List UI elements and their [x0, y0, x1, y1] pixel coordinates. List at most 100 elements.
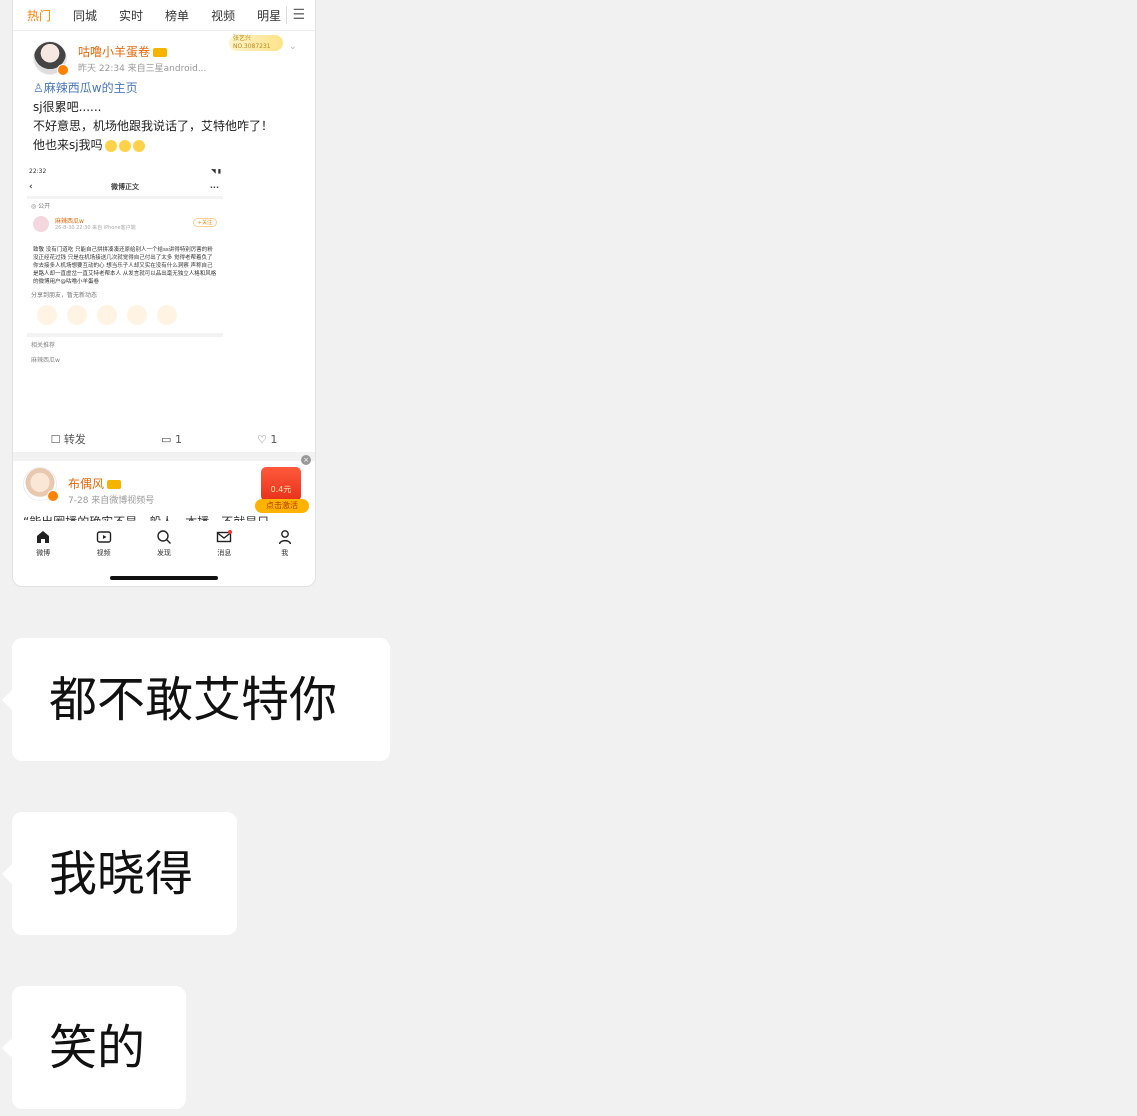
tab-local[interactable]: 同城 — [73, 7, 97, 24]
post-username[interactable]: 咕噜小羊蛋卷 — [78, 43, 168, 60]
related-user: 麻辣西瓜w — [31, 357, 60, 364]
post-header: 咕噜小羊蛋卷 昨天 22:34 来自三星android... 张艺兴 NO.30… — [23, 31, 305, 79]
home-indicator — [110, 576, 218, 580]
post-actions: ☐ 转发 ▭ 1 ♡ 1 — [13, 428, 315, 450]
emoji-icon — [132, 139, 145, 152]
tab-video[interactable]: 视频 — [211, 7, 235, 24]
tab-hot[interactable]: 热门 — [27, 7, 51, 24]
thumbs-up-icon: ♡ — [257, 432, 271, 446]
emoji-icon — [104, 139, 117, 152]
embedded-screenshot[interactable]: 22:32 ◥ ▮ ‹ 微博正文 ··· ◎ 公开 麻辣西瓜w 26-8-30 … — [27, 168, 223, 418]
qq-icon — [127, 305, 147, 325]
fan-badge: 张艺兴 NO.3087231 — [229, 35, 283, 51]
avatar — [33, 216, 49, 232]
status-bar: 22:32 ◥ ▮ — [27, 168, 223, 178]
bookmark-icon — [157, 305, 177, 325]
menu-icon[interactable]: ☰ — [292, 7, 305, 23]
share-row — [27, 301, 223, 329]
repost-button[interactable]: ☐ 转发 — [51, 431, 86, 447]
post-line: 他也来sj我吗 — [33, 136, 295, 155]
avatar[interactable] — [33, 41, 69, 76]
more-icon: ··· — [209, 182, 219, 192]
repost-icon: ☐ — [50, 433, 64, 446]
chat-bubble[interactable]: 都不敢艾特你 — [2, 638, 390, 761]
share-icon — [37, 305, 57, 325]
message-text: 笑的 — [49, 1019, 146, 1076]
chat-bubble[interactable]: 我晓得 — [2, 812, 237, 935]
crown-icon — [107, 480, 122, 489]
tab-rankings[interactable]: 榜单 — [165, 7, 189, 24]
chevron-down-icon[interactable]: ⌄ — [289, 41, 297, 52]
feed-tabs: 热门 同城 实时 榜单 视频 明星 ☰ — [13, 0, 315, 31]
home-icon — [37, 530, 50, 543]
crown-icon — [153, 48, 168, 57]
emoji-icon — [118, 139, 131, 152]
nav-label: 发现 — [156, 548, 171, 557]
embedded-body: 致敬 没有门道吃 只能自己拼拼凑凑还原给别人一个给ss讲得特别厉害的粉 没正经花… — [33, 247, 217, 285]
tab-realtime[interactable]: 实时 — [119, 7, 143, 24]
weibo-screenshot: 热门 同城 实时 榜单 视频 明星 ☰ 咕噜小羊蛋卷 昨天 22:34 来自三星… — [12, 0, 316, 587]
nav-video[interactable]: 视频 — [96, 529, 112, 558]
post-meta: 7-28 来自微博视频号 — [68, 496, 155, 506]
comment-icon: ▭ — [161, 432, 175, 446]
mail-icon — [217, 529, 233, 542]
status-time: 22:32 — [29, 168, 47, 175]
wechat-icon — [67, 305, 87, 325]
post-meta: 昨天 22:34 来自三星android... — [78, 64, 207, 74]
moments-icon — [97, 305, 117, 325]
embedded-meta: 26-8-30 22:30 来自 iPhone客户端 — [55, 225, 136, 231]
embedded-user: 麻辣西瓜w 26-8-30 22:30 来自 iPhone客户端 +关注 — [27, 212, 223, 244]
nav-label: 微博 — [36, 548, 51, 557]
activate-button[interactable]: 点击激活 — [255, 499, 309, 513]
post-text-cut: “能出圈播的确实不是一般人，本播，不就是只 — [23, 513, 269, 521]
person-icon: ♙ — [33, 81, 44, 95]
follow-button: +关注 — [192, 218, 217, 227]
nav-me[interactable]: 我 — [277, 529, 293, 558]
person-icon — [278, 529, 291, 544]
nav-label: 消息 — [217, 548, 232, 557]
post-line: 不好意思，机场他跟我说话了，艾特他咋了！ — [33, 119, 274, 133]
profile-link-text: 麻辣西瓜w的主页 — [43, 81, 138, 95]
signal-icon: ◥ ▮ — [211, 168, 221, 175]
feed-divider — [13, 452, 315, 461]
like-count: 1 — [270, 432, 278, 446]
repost-label: 转发 — [63, 433, 86, 446]
avatar[interactable] — [23, 467, 59, 502]
comment-count: 1 — [174, 432, 182, 446]
post-card: 布偶风 7-28 来自微博视频号 “能出圈播的确实不是一般人，本播，不就是只 0… — [13, 455, 315, 521]
nav-discover[interactable]: 发现 — [156, 529, 172, 558]
close-icon[interactable]: × — [301, 455, 311, 465]
visibility-row: ◎ 公开 — [27, 199, 223, 212]
comment-button[interactable]: ▭ 1 — [161, 433, 182, 446]
verified-icon — [47, 490, 59, 502]
profile-link[interactable]: ♙麻辣西瓜w的主页 — [33, 79, 295, 98]
related-heading: 相关推荐 — [31, 342, 56, 349]
nav-home[interactable]: 微博 — [35, 529, 51, 558]
post-card: 咕噜小羊蛋卷 昨天 22:34 来自三星android... 张艺兴 NO.30… — [13, 31, 315, 155]
nav-messages[interactable]: 消息 — [216, 529, 233, 558]
back-icon: ‹ — [29, 182, 33, 192]
username-text: 咕噜小羊蛋卷 — [78, 45, 151, 59]
like-button[interactable]: ♡ 1 — [257, 433, 277, 446]
post-line: sj很累吧...... — [33, 100, 102, 114]
tab-separator — [286, 6, 287, 24]
tab-stars[interactable]: 明星 — [257, 7, 281, 24]
message-text: 都不敢艾特你 — [49, 671, 338, 728]
verified-icon — [57, 64, 69, 76]
red-packet[interactable]: 0.4元 点击激活 × — [255, 455, 311, 517]
embedded-title: 微博正文 — [111, 183, 139, 191]
post-text: ♙麻辣西瓜w的主页 sj很累吧...... 不好意思，机场他跟我说话了，艾特他咋… — [23, 79, 305, 155]
red-envelope-icon: 0.4元 — [261, 467, 301, 501]
message-text: 我晓得 — [49, 845, 194, 902]
video-icon — [96, 530, 111, 543]
visibility-text: 公开 — [38, 203, 51, 210]
post-username[interactable]: 布偶风 — [68, 475, 122, 492]
username-text: 布偶风 — [68, 477, 105, 491]
search-icon — [157, 529, 171, 544]
bottom-nav: 微博 视频 发现 消息 我 — [13, 522, 315, 564]
share-tip: 分享到朋友，暂无新动态 — [31, 292, 98, 299]
nav-label: 视频 — [96, 548, 111, 557]
embedded-nav: ‹ 微博正文 ··· — [27, 178, 223, 199]
post-line-text: 他也来sj我吗 — [33, 138, 103, 152]
chat-bubble[interactable]: 笑的 — [2, 986, 186, 1109]
